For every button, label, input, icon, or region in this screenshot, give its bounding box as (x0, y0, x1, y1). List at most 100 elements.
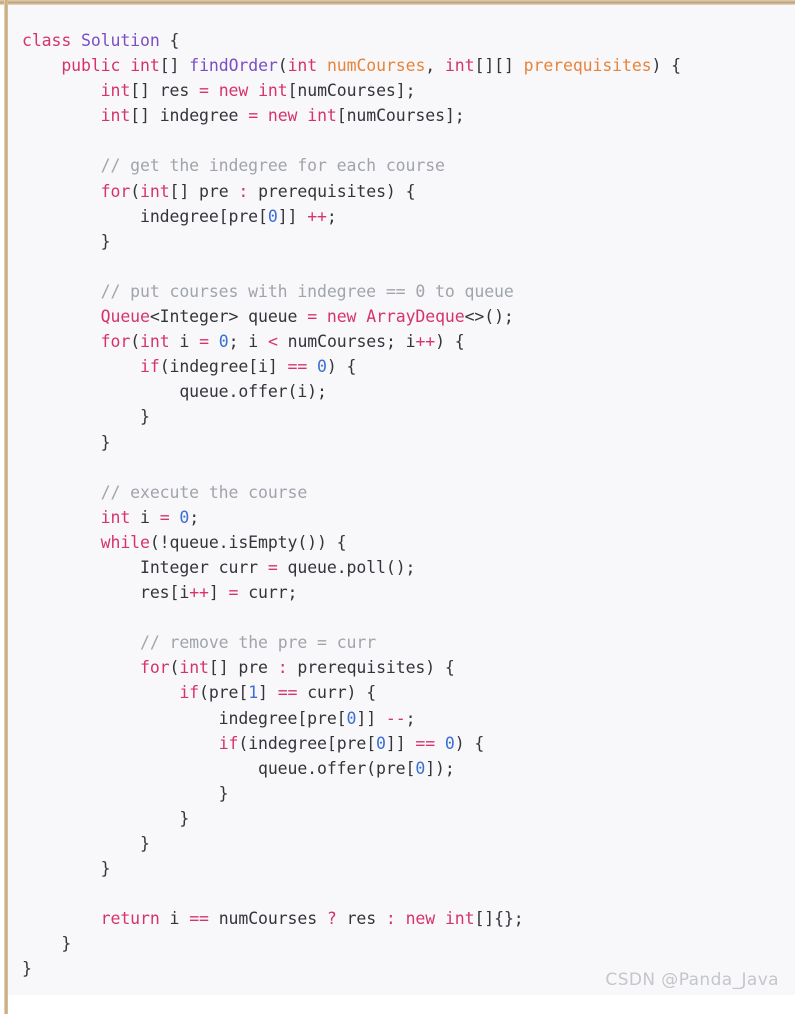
code-token-pl: { (159, 31, 180, 50)
code-token-pl: } (22, 959, 32, 979)
code-line: } (22, 404, 787, 429)
code-token-op: = (199, 332, 209, 352)
code-token-pl: , (425, 56, 445, 76)
code-token-pl: } (22, 834, 150, 853)
code-token-kw: if (218, 733, 239, 753)
code-token-op: = (159, 507, 170, 527)
code-token-op: = (307, 307, 318, 327)
code-token-kw: int (307, 106, 337, 126)
code-line: int[] res = new int[numCourses]; (22, 78, 787, 103)
code-token-op: : (385, 909, 396, 929)
code-token-kw: return (100, 909, 160, 929)
left-accent-border (4, 0, 8, 1014)
code-token-pl: } (22, 934, 72, 954)
code-token-op: == (415, 733, 436, 753)
code-token-pl: prerequisites) { (248, 181, 416, 201)
code-token-typ: Solution (81, 31, 160, 50)
code-line: int i = 0; (22, 505, 787, 530)
code-token-pl: ( (130, 332, 141, 352)
code-token-pl: [] indegree (130, 106, 249, 126)
code-token-pl: [] res (130, 81, 200, 101)
code-token-num: 1 (248, 683, 259, 703)
code-token-cmt: // remove the pre = curr (140, 633, 377, 653)
code-token-kw: int (287, 56, 318, 76)
code-token-num: 0 (415, 758, 426, 778)
code-line: } (22, 831, 787, 856)
code-token-op: ++ (415, 332, 436, 352)
code-token-kw: while (100, 532, 150, 552)
code-token-kw: int (140, 181, 170, 201)
code-token-kw: if (140, 357, 160, 377)
code-token-op: -- (385, 708, 406, 728)
code-token-pl: curr; (238, 583, 298, 603)
code-token-num: 0 (317, 357, 327, 377)
code-line: int[] indegree = new int[numCourses]; (22, 103, 787, 128)
code-token-kw: public (61, 56, 121, 76)
code-token-num: 0 (267, 206, 278, 226)
code-line: ​ (22, 881, 787, 906)
code-line: // execute the course (22, 480, 787, 505)
code-token-num: 0 (346, 708, 357, 728)
code-token-op: ++ (189, 583, 209, 603)
code-token-pl: numCourses (208, 909, 327, 929)
code-token-pl: [] pre (208, 658, 278, 678)
code-token-pl: prerequisites) { (287, 658, 455, 678)
code-token-pl: res[i (22, 583, 190, 603)
code-token-num: 0 (444, 733, 455, 753)
code-line: if(pre[1] == curr) { (22, 680, 787, 705)
code-line: // put courses with indegree == 0 to que… (22, 279, 787, 304)
watermark-label: CSDN @Panda_Java (605, 970, 779, 990)
code-token-kw: new (218, 81, 249, 101)
code-line: ​ (22, 605, 787, 630)
code-token-pl: [] (159, 56, 190, 76)
code-token-kw: int (100, 507, 131, 527)
code-token-kw: for (100, 181, 131, 201)
code-token-pl: ]] (385, 733, 416, 753)
code-token-op: = (248, 106, 259, 126)
code-token-pl: queue.offer(pre[ (22, 758, 416, 778)
code-token-pl: <>(); (464, 307, 514, 327)
code-token-kw: class (22, 31, 72, 50)
code-token-pl: } (22, 859, 111, 879)
code-token-pl: } (22, 808, 190, 828)
code-token-pl: [numCourses]; (287, 81, 416, 101)
code-line: class Solution { (22, 28, 787, 53)
code-token-kw: int (179, 658, 209, 678)
java-code-listing: class Solution { public int[] findOrder(… (22, 28, 787, 982)
bottom-margin (8, 995, 795, 1014)
code-token-pl: queue.offer(i); (22, 382, 327, 402)
code-token-pl: ]] (356, 708, 386, 728)
code-token-pl: (pre[ (199, 683, 249, 703)
code-token-pl: ) { (326, 357, 357, 377)
code-line: } (22, 430, 787, 455)
code-token-pl: ; (326, 206, 337, 226)
code-screenshot: class Solution { public int[] findOrder(… (0, 0, 795, 1014)
code-token-pl: ; (405, 708, 416, 728)
code-line: res[i++] = curr; (22, 580, 787, 605)
code-token-op: == (277, 683, 298, 703)
code-line: while(!queue.isEmpty()) { (22, 530, 787, 555)
code-token-kw: int (100, 106, 131, 126)
code-token-pl: } (22, 407, 150, 427)
